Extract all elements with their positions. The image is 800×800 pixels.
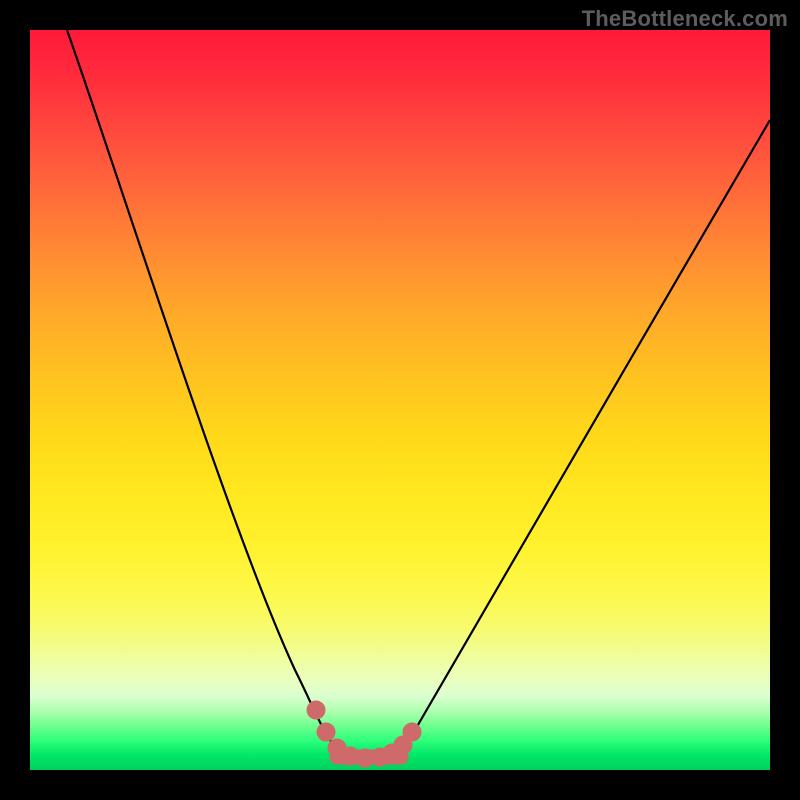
bottleneck-curve-path <box>67 30 770 757</box>
marker-dot <box>307 701 325 719</box>
marker-group <box>307 701 421 767</box>
chart-frame: TheBottleneck.com <box>0 0 800 800</box>
watermark-text: TheBottleneck.com <box>582 6 788 32</box>
marker-dot <box>317 723 335 741</box>
chart-svg <box>30 30 770 770</box>
marker-dot <box>403 723 421 741</box>
marker-bar <box>330 750 408 764</box>
